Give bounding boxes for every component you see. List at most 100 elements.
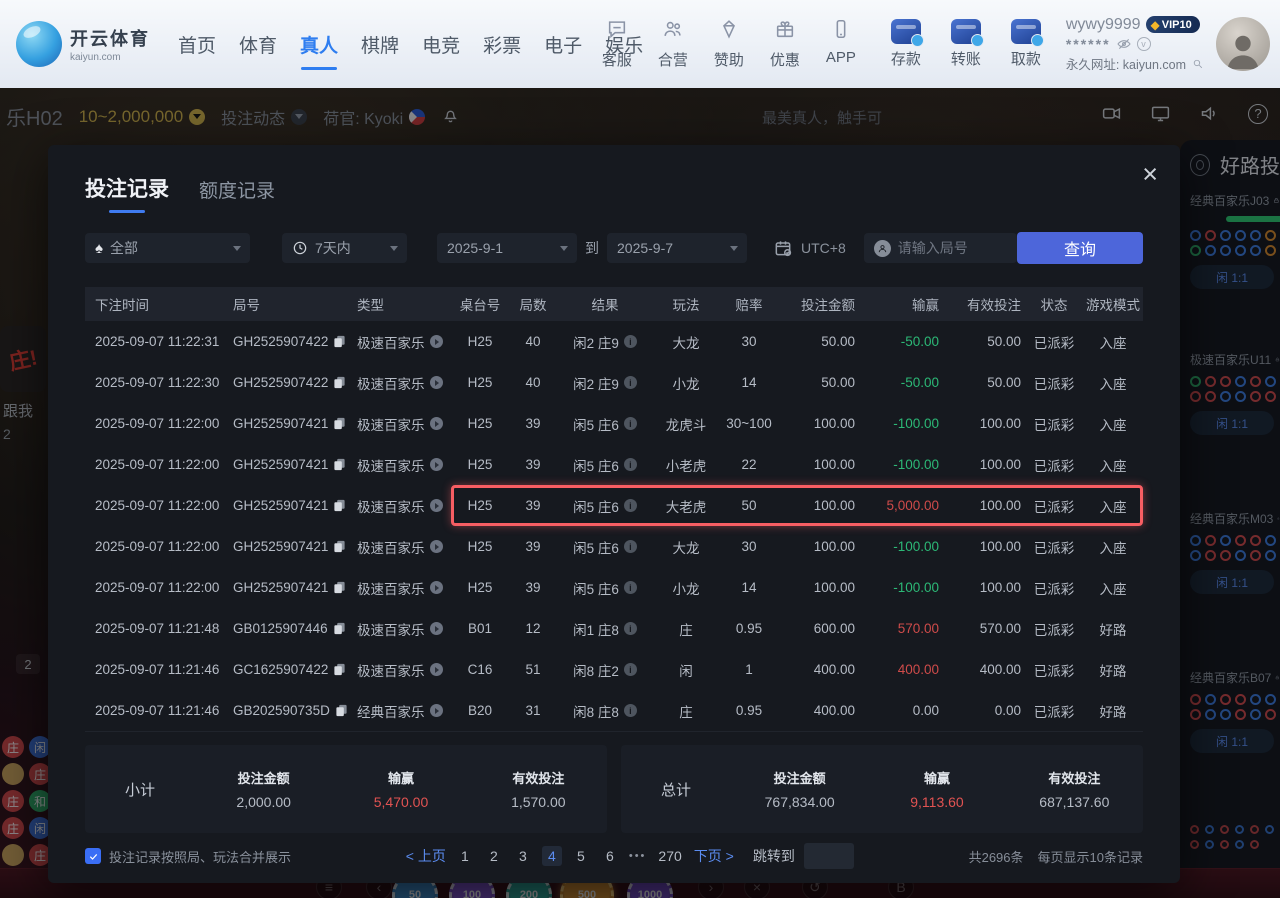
query-button[interactable]: 查询 [1017, 232, 1143, 264]
enter-table-icon[interactable] [430, 540, 443, 553]
enter-table-icon[interactable] [430, 458, 443, 471]
table-row[interactable]: 2025-09-07 11:21:48GB0125907446极速百家乐B011… [85, 608, 1143, 649]
date-to-select[interactable]: 2025-9-7 [607, 233, 747, 263]
table-row[interactable]: 2025-09-07 11:21:46GC1625907422极速百家乐C165… [85, 649, 1143, 690]
enter-table-icon[interactable] [430, 704, 443, 717]
merge-checkbox[interactable] [85, 848, 101, 864]
table-row[interactable]: 2025-09-07 11:22:00GH2525907421极速百家乐H253… [85, 485, 1143, 526]
info-icon[interactable]: i [624, 376, 637, 389]
page-4[interactable]: 4 [542, 846, 562, 866]
cell-play-type: 大龙 [653, 332, 719, 352]
close-icon[interactable]: × [1142, 161, 1158, 188]
search-icon[interactable] [1191, 57, 1204, 70]
copy-icon[interactable] [333, 499, 346, 512]
vip-badge: ◆VIP10 [1146, 16, 1200, 33]
enter-table-icon[interactable] [430, 581, 443, 594]
game-type-select[interactable]: ♠ 全部 [85, 233, 250, 263]
enter-table-icon[interactable] [430, 376, 443, 389]
cell-bet-time: 2025-09-07 11:21:48 [85, 621, 229, 636]
table-row[interactable]: 2025-09-07 11:22:00GH2525907421极速百家乐H253… [85, 444, 1143, 485]
copy-icon[interactable] [333, 663, 346, 676]
cell-play-type: 庄 [653, 619, 719, 639]
page-3[interactable]: 3 [513, 846, 533, 866]
brand-logo[interactable]: 开云体育 kaiyun.com [16, 21, 150, 67]
last-page-button[interactable]: 270 [655, 846, 684, 866]
table-row[interactable]: 2025-09-07 11:22:31GH2525907422极速百家乐H254… [85, 321, 1143, 362]
copy-icon[interactable] [333, 335, 346, 348]
round-search-input[interactable] [898, 240, 1002, 256]
cell-table-no: H25 [451, 457, 509, 472]
table-row[interactable]: 2025-09-07 11:22:30GH2525907422极速百家乐H254… [85, 362, 1143, 403]
tab-quota-records[interactable]: 额度记录 [199, 176, 275, 213]
copy-icon[interactable] [335, 704, 348, 717]
user-info[interactable]: wywy9999 ◆VIP10 ****** v 永久网址: kaiyun.co… [1066, 16, 1204, 73]
partner-icon [662, 18, 684, 45]
page-1[interactable]: 1 [455, 846, 475, 866]
info-icon[interactable]: i [624, 458, 637, 471]
eye-off-icon[interactable] [1116, 36, 1132, 52]
cell-round-count: 39 [509, 416, 557, 431]
enter-table-icon[interactable] [430, 335, 443, 348]
page-2[interactable]: 2 [484, 846, 504, 866]
avatar-silhouette-icon [1221, 27, 1265, 71]
nav-item-1[interactable]: 首页 [174, 0, 220, 88]
cell-game-type: 极速百家乐 [353, 619, 451, 639]
quick-action-2[interactable]: 合营 [650, 18, 696, 70]
nav-item-6[interactable]: 彩票 [479, 0, 525, 88]
enter-table-icon[interactable] [430, 499, 443, 512]
quick-action-4[interactable]: 优惠 [762, 18, 808, 70]
wallet-action-3[interactable]: 取款 [1002, 19, 1050, 69]
quick-action-5[interactable]: APP [818, 18, 864, 70]
nav-item-3[interactable]: 真人 [296, 0, 342, 88]
date-from-select[interactable]: 2025-9-1 [437, 233, 577, 263]
cell-round-count: 39 [509, 539, 557, 554]
cell-odds: 30 [719, 334, 779, 349]
period-select[interactable]: 7天内 [282, 233, 407, 263]
nav-item-2[interactable]: 体育 [235, 0, 281, 88]
total-label: 总计 [621, 779, 731, 800]
info-icon[interactable]: i [624, 499, 637, 512]
enter-table-icon[interactable] [430, 622, 443, 635]
copy-icon[interactable] [333, 376, 346, 389]
tab-bet-records[interactable]: 投注记录 [85, 173, 169, 213]
page-5[interactable]: 5 [571, 846, 591, 866]
copy-icon[interactable] [333, 581, 346, 594]
copy-icon[interactable] [333, 458, 346, 471]
subtotal-bet-label: 投注金额 [195, 768, 332, 787]
info-icon[interactable]: i [624, 704, 637, 717]
quick-action-3[interactable]: 赞助 [706, 18, 752, 70]
info-icon[interactable]: i [624, 622, 637, 635]
enter-table-icon[interactable] [430, 663, 443, 676]
nav-item-7[interactable]: 电子 [540, 0, 586, 88]
info-icon[interactable]: i [624, 540, 637, 553]
table-header-row: 下注时间局号类型桌台号局数结果玩法赔率投注金额输赢有效投注状态游戏模式 [85, 287, 1143, 321]
caret-down-icon [730, 246, 738, 251]
cell-round-id: GH2525907421 [229, 539, 353, 554]
copy-icon[interactable] [333, 540, 346, 553]
quick-action-1[interactable]: 客服 [594, 18, 640, 70]
currency-icon[interactable]: v [1137, 37, 1151, 51]
wallet-action-2[interactable]: 转账 [942, 19, 990, 69]
total-valid-value: 687,137.60 [1006, 794, 1143, 810]
copy-icon[interactable] [333, 622, 346, 635]
enter-table-icon[interactable] [430, 417, 443, 430]
quick-action-label: 客服 [602, 49, 632, 70]
jump-page-input[interactable] [804, 843, 854, 869]
wallet-action-1[interactable]: 存款 [882, 19, 930, 69]
nav-item-4[interactable]: 棋牌 [357, 0, 403, 88]
avatar[interactable] [1216, 17, 1270, 71]
table-row[interactable]: 2025-09-07 11:21:46GB202590735D经典百家乐B203… [85, 690, 1143, 731]
info-icon[interactable]: i [624, 663, 637, 676]
table-row[interactable]: 2025-09-07 11:22:00GH2525907421极速百家乐H253… [85, 403, 1143, 444]
copy-icon[interactable] [333, 417, 346, 430]
table-row[interactable]: 2025-09-07 11:22:00GH2525907421极速百家乐H253… [85, 567, 1143, 608]
info-icon[interactable]: i [624, 581, 637, 594]
nav-item-5[interactable]: 电竞 [418, 0, 464, 88]
cell-result: 闲5 庄6i [557, 496, 653, 516]
table-row[interactable]: 2025-09-07 11:22:00GH2525907421极速百家乐H253… [85, 526, 1143, 567]
page-6[interactable]: 6 [600, 846, 620, 866]
next-page-button[interactable]: 下页 > [694, 846, 734, 866]
info-icon[interactable]: i [624, 417, 637, 430]
info-icon[interactable]: i [624, 335, 637, 348]
prev-page-button[interactable]: < 上页 [406, 846, 446, 866]
